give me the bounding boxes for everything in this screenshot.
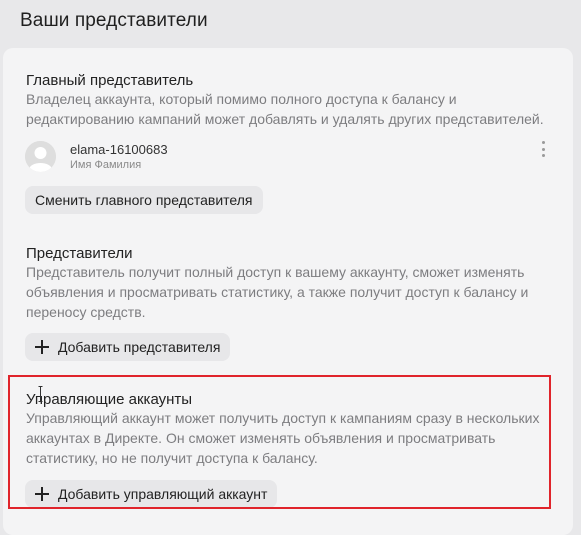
plus-icon <box>35 340 49 354</box>
add-managing-account-label: Добавить управляющий аккаунт <box>58 486 268 502</box>
change-main-representative-button[interactable]: Сменить главного представителя <box>25 186 263 214</box>
change-main-representative-label: Сменить главного представителя <box>35 192 253 208</box>
representatives-description: Представитель получит полный доступ к ва… <box>26 264 529 320</box>
user-avatar-icon <box>25 141 56 172</box>
page-title: Ваши представители <box>20 10 208 31</box>
more-vertical-icon[interactable] <box>536 141 550 157</box>
add-managing-account-button[interactable]: Добавить управляющий аккаунт <box>25 480 278 508</box>
main-representative-description: Владелец аккаунта, который помимо полног… <box>26 91 544 127</box>
plus-icon <box>35 487 49 501</box>
user-login: elama-16100683 <box>70 142 168 157</box>
text-cursor-icon <box>38 386 43 402</box>
add-representative-button[interactable]: Добавить представителя <box>25 333 231 361</box>
user-full-name: Имя Фамилия <box>70 159 142 171</box>
add-representative-label: Добавить представителя <box>58 339 221 355</box>
managing-accounts-description: Управляющий аккаунт может получить досту… <box>26 410 540 466</box>
avatar <box>25 141 56 172</box>
main-representative-title: Главный представитель <box>26 72 194 89</box>
representatives-title: Представители <box>26 245 133 262</box>
page: Ваши представители Главный представитель… <box>0 0 581 535</box>
managing-accounts-title: Управляющие аккаунты <box>26 391 193 408</box>
